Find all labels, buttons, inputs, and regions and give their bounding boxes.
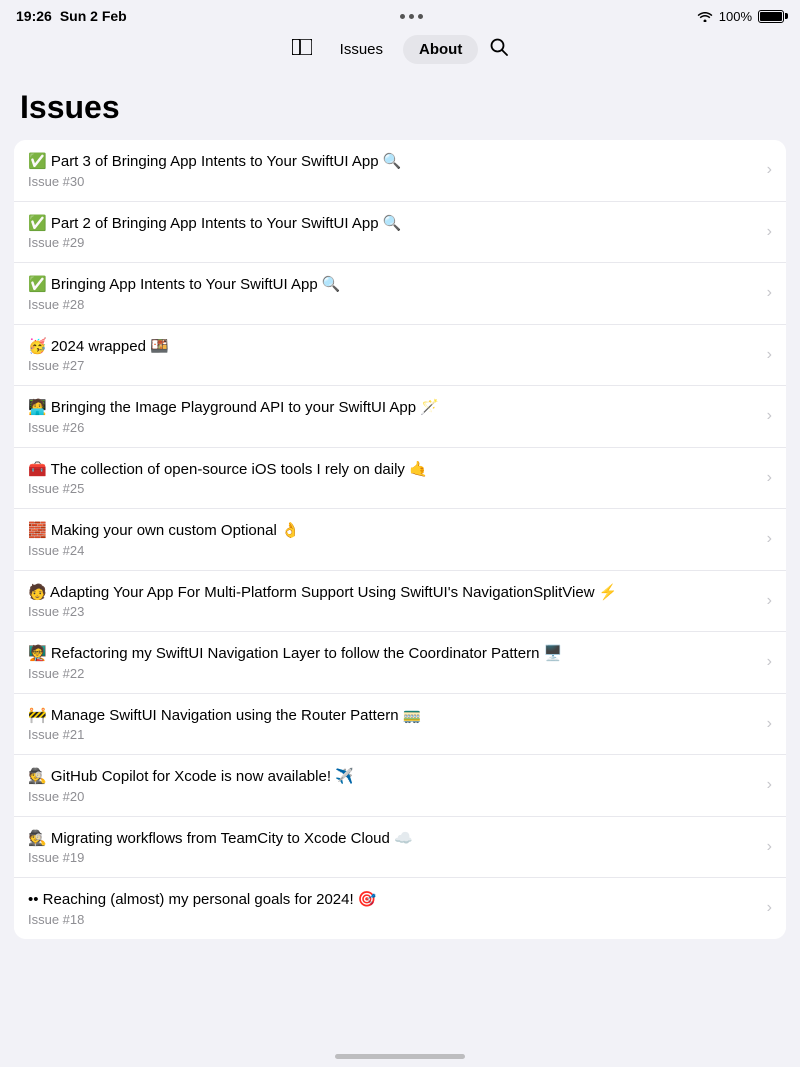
chevron-right-icon: › [767,284,772,302]
issue-number: Issue #29 [28,235,759,250]
issue-title: 🕵️ GitHub Copilot for Xcode is now avail… [28,767,759,787]
list-item[interactable]: ✅ Part 2 of Bringing App Intents to Your… [14,202,786,264]
chevron-right-icon: › [767,346,772,364]
issue-number: Issue #25 [28,481,759,496]
issue-content: 🧑 Adapting Your App For Multi-Platform S… [28,583,759,620]
issue-title: ✅ Part 3 of Bringing App Intents to Your… [28,152,759,172]
issue-title: •• Reaching (almost) my personal goals f… [28,890,759,910]
chevron-right-icon: › [767,530,772,548]
issue-number: Issue #22 [28,666,759,681]
issue-title: 🧑‍💻 Bringing the Image Playground API to… [28,398,759,418]
list-item[interactable]: 🚧 Manage SwiftUI Navigation using the Ro… [14,694,786,756]
sidebar-toggle-button[interactable] [284,33,320,66]
issue-content: 🚧 Manage SwiftUI Navigation using the Ro… [28,706,759,743]
issue-title: 🥳 2024 wrapped 🍱 [28,337,759,357]
issue-number: Issue #21 [28,727,759,742]
chevron-right-icon: › [767,223,772,241]
issue-number: Issue #24 [28,543,759,558]
chevron-right-icon: › [767,838,772,856]
list-item[interactable]: ✅ Part 3 of Bringing App Intents to Your… [14,140,786,202]
list-item[interactable]: 🧑 Adapting Your App For Multi-Platform S… [14,571,786,633]
list-item[interactable]: 🧑‍💻 Bringing the Image Playground API to… [14,386,786,448]
issue-content: ✅ Part 2 of Bringing App Intents to Your… [28,214,759,251]
issue-title: 🧑‍🏫 Refactoring my SwiftUI Navigation La… [28,644,759,664]
issue-number: Issue #27 [28,358,759,373]
issue-number: Issue #18 [28,912,759,927]
issue-title: 🧰 The collection of open-source iOS tool… [28,460,759,480]
issue-content: 🕵️ Migrating workflows from TeamCity to … [28,829,759,866]
list-item[interactable]: 🕵️ GitHub Copilot for Xcode is now avail… [14,755,786,817]
chevron-right-icon: › [767,469,772,487]
list-item[interactable]: 🥳 2024 wrapped 🍱Issue #27 › [14,325,786,387]
chevron-right-icon: › [767,776,772,794]
list-item[interactable]: ✅ Bringing App Intents to Your SwiftUI A… [14,263,786,325]
page-title: Issues [14,79,786,140]
issue-number: Issue #26 [28,420,759,435]
status-time: 19:26 [16,8,52,24]
chevron-right-icon: › [767,592,772,610]
issue-content: 🕵️ GitHub Copilot for Xcode is now avail… [28,767,759,804]
issue-title: ✅ Bringing App Intents to Your SwiftUI A… [28,275,759,295]
status-center-dots [400,14,423,19]
issue-title: ✅ Part 2 of Bringing App Intents to Your… [28,214,759,234]
status-right: 100% [697,9,784,24]
issues-list: ✅ Part 3 of Bringing App Intents to Your… [14,140,786,939]
about-tab[interactable]: About [403,35,478,64]
wifi-icon [697,10,713,22]
issue-content: 🧱 Making your own custom Optional 👌 Issue… [28,521,759,558]
issue-number: Issue #30 [28,174,759,189]
issue-number: Issue #20 [28,789,759,804]
issue-content: •• Reaching (almost) my personal goals f… [28,890,759,927]
issue-content: 🧑‍🏫 Refactoring my SwiftUI Navigation La… [28,644,759,681]
list-item[interactable]: 🕵️ Migrating workflows from TeamCity to … [14,817,786,879]
status-date: Sun 2 Feb [60,8,127,24]
issues-tab[interactable]: Issues [324,35,399,64]
issue-content: 🧑‍💻 Bringing the Image Playground API to… [28,398,759,435]
issue-title: 🚧 Manage SwiftUI Navigation using the Ro… [28,706,759,726]
issue-title: 🕵️ Migrating workflows from TeamCity to … [28,829,759,849]
issue-content: 🥳 2024 wrapped 🍱Issue #27 [28,337,759,374]
issue-content: ✅ Part 3 of Bringing App Intents to Your… [28,152,759,189]
issue-number: Issue #23 [28,604,759,619]
chevron-right-icon: › [767,653,772,671]
chevron-right-icon: › [767,161,772,179]
list-item[interactable]: •• Reaching (almost) my personal goals f… [14,878,786,939]
list-item[interactable]: 🧑‍🏫 Refactoring my SwiftUI Navigation La… [14,632,786,694]
main-content: Issues ✅ Part 3 of Bringing App Intents … [0,79,800,969]
battery-percentage: 100% [719,9,752,24]
issue-title: 🧱 Making your own custom Optional 👌 [28,521,759,541]
list-item[interactable]: 🧰 The collection of open-source iOS tool… [14,448,786,510]
issue-content: 🧰 The collection of open-source iOS tool… [28,460,759,497]
chevron-right-icon: › [767,715,772,733]
list-item[interactable]: 🧱 Making your own custom Optional 👌 Issue… [14,509,786,571]
issue-title: 🧑 Adapting Your App For Multi-Platform S… [28,583,759,603]
nav-bar: Issues About [0,28,800,79]
status-bar: 19:26 Sun 2 Feb 100% [0,0,800,28]
battery-icon [758,10,784,23]
issue-number: Issue #19 [28,850,759,865]
search-button[interactable] [482,32,516,67]
home-indicator [335,1054,465,1059]
issue-content: ✅ Bringing App Intents to Your SwiftUI A… [28,275,759,312]
chevron-right-icon: › [767,407,772,425]
issue-number: Issue #28 [28,297,759,312]
chevron-right-icon: › [767,899,772,917]
